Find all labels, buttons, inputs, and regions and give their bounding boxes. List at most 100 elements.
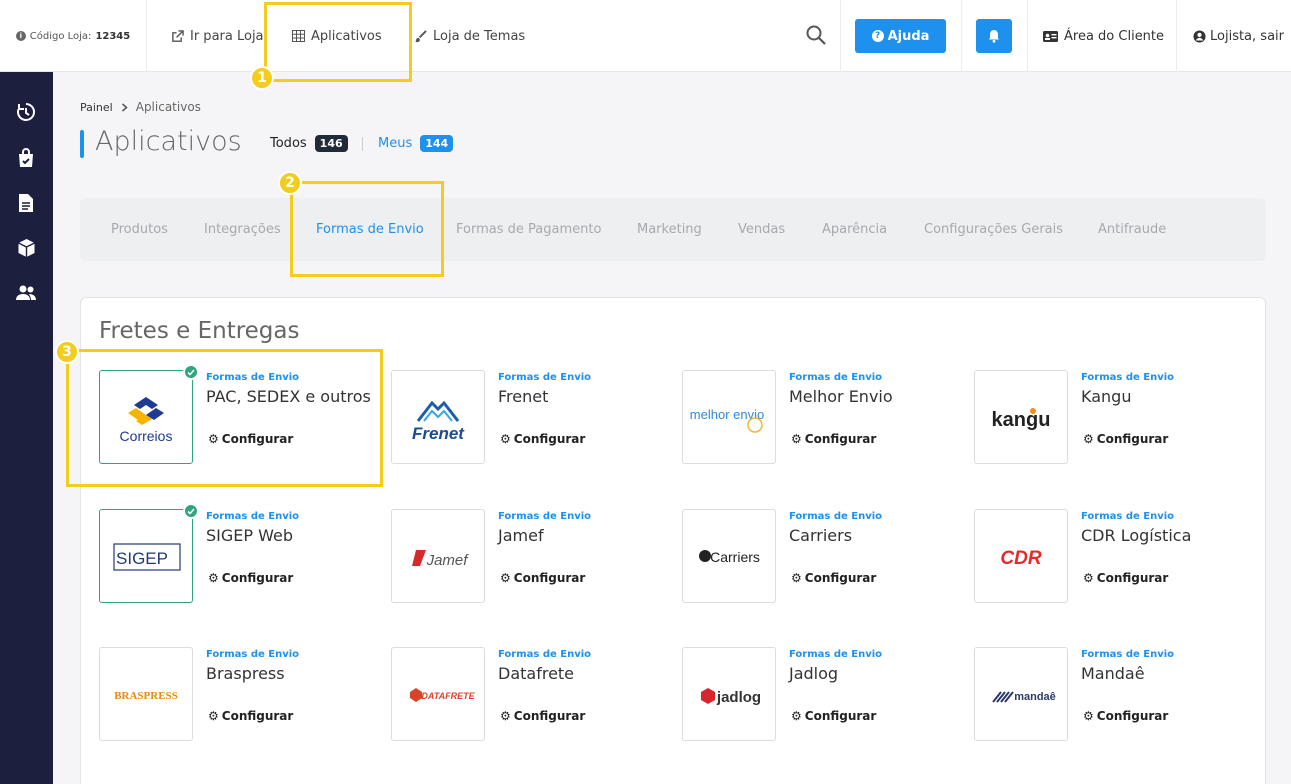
store-code: i Código Loja: 12345	[0, 0, 147, 72]
app-category: Formas de Envio	[498, 649, 592, 660]
app-name: Melhor Envio	[789, 387, 893, 406]
nav-go-to-store[interactable]: Ir para Loja	[171, 0, 264, 72]
logo-text: Jamef	[426, 552, 470, 569]
app-name: Frenet	[498, 387, 549, 406]
datafrete-logo: DATAFRETE	[410, 688, 476, 702]
external-link-icon	[172, 29, 184, 42]
gear-icon: ⚙	[1083, 709, 1094, 723]
configure-button[interactable]: ⚙ Configurar	[791, 709, 876, 723]
step-number: 1	[250, 66, 274, 90]
app-card[interactable]: Carriers Formas de Envio Carriers ⚙ Confi…	[682, 509, 962, 604]
store-code-label: Código Loja:	[29, 30, 92, 42]
page-title: Aplicativos	[95, 126, 242, 157]
configure-label: Configurar	[804, 571, 877, 585]
app-card[interactable]: DATAFRETE Formas de Envio Datafrete ⚙ Con…	[391, 647, 671, 742]
app-card[interactable]: CDR Formas de Envio CDR Logística ⚙ Confi…	[974, 509, 1254, 604]
app-card[interactable]: Jamef Formas de Envio Jamef ⚙ Configurar	[391, 509, 671, 604]
client-area-link[interactable]: Área do Cliente	[1043, 0, 1164, 72]
sidebar-item-customers[interactable]	[15, 282, 37, 304]
app-category: Formas de Envio	[206, 649, 300, 660]
logo-text: jadlog	[716, 689, 761, 706]
app-name: Braspress	[206, 664, 285, 683]
logout-link[interactable]: Lojista, sair	[1193, 0, 1284, 72]
nav-theme-store-label: Loja de Temas	[433, 28, 526, 44]
app-logo: SIGEP	[99, 509, 193, 603]
app-logo: jadlog	[682, 647, 776, 741]
configure-button[interactable]: ⚙ Configurar	[208, 709, 293, 723]
gear-icon: ⚙	[208, 571, 219, 585]
app-logo: CDR	[974, 509, 1068, 603]
app-category: Formas de Envio	[789, 511, 883, 522]
kangu-logo: kangu	[992, 408, 1050, 431]
tab-products[interactable]: Produtos	[111, 198, 168, 261]
app-card[interactable]: melhor envio Formas de Envio Melhor Envi…	[682, 370, 962, 465]
tab-integrations[interactable]: Integrações	[204, 198, 281, 261]
tab-sales[interactable]: Vendas	[738, 198, 785, 261]
title-accent-bar	[80, 130, 84, 158]
app-card[interactable]: SIGEP Formas de Envio SIGEP Web ⚙ Configu…	[99, 503, 379, 604]
logo-text: DATAFRETE	[421, 691, 475, 701]
divider	[1027, 0, 1028, 72]
tab-payment[interactable]: Formas de Pagamento	[456, 198, 601, 261]
melhor-envio-logo: melhor envio	[690, 407, 764, 433]
app-category: Formas de Envio	[1081, 372, 1175, 383]
sidebar-item-orders[interactable]	[15, 147, 37, 169]
configure-label: Configurar	[221, 709, 294, 723]
installed-check-icon	[183, 503, 199, 519]
sigep-logo: SIGEP	[113, 543, 181, 571]
sidebar-item-products[interactable]	[15, 237, 37, 259]
configure-button[interactable]: ⚙ Configurar	[208, 571, 293, 585]
sidebar-item-dashboard[interactable]	[15, 101, 37, 123]
gear-icon: ⚙	[1083, 571, 1094, 585]
info-icon: i	[15, 31, 26, 41]
tab-general-settings[interactable]: Configurações Gerais	[924, 198, 1063, 261]
divider	[961, 0, 962, 72]
users-icon	[16, 285, 36, 300]
app-logo: Jamef	[391, 509, 485, 603]
gear-icon: ⚙	[791, 709, 802, 723]
configure-button[interactable]: ⚙ Configurar	[1083, 432, 1168, 446]
timer-icon	[17, 103, 35, 121]
notifications-button[interactable]	[976, 19, 1012, 53]
gear-icon: ⚙	[208, 709, 219, 723]
app-name: Jadlog	[789, 664, 839, 683]
configure-button[interactable]: ⚙ Configurar	[1083, 571, 1168, 585]
jamef-logo: Jamef	[412, 550, 470, 569]
app-name: Datafrete	[498, 664, 575, 683]
app-category: Formas de Envio	[206, 511, 300, 522]
tab-appearance[interactable]: Aparência	[822, 198, 887, 261]
app-card[interactable]: kangu Formas de Envio Kangu ⚙ Configurar	[974, 370, 1254, 465]
app-card[interactable]: jadlog Formas de Envio Jadlog ⚙ Configura…	[682, 647, 962, 742]
sidebar-item-pages[interactable]	[15, 192, 37, 214]
configure-label: Configurar	[1096, 571, 1169, 585]
step-number: 2	[278, 171, 302, 195]
top-bar: i Código Loja: 12345 Ir para Loja Aplica…	[0, 0, 1291, 72]
bell-icon	[989, 30, 999, 43]
search-icon[interactable]	[805, 24, 827, 46]
app-card[interactable]: Frenet Formas de Envio Frenet ⚙ Configura…	[391, 370, 671, 465]
braspress-logo: BRASPRESS	[114, 690, 178, 702]
app-card[interactable]: BRASPRESS Formas de Envio Braspress ⚙ Con…	[99, 647, 379, 742]
configure-button[interactable]: ⚙ Configurar	[791, 571, 876, 585]
filter-mine[interactable]: Meus 144	[378, 135, 454, 152]
help-button[interactable]: ? Ajuda	[855, 19, 946, 53]
sidebar	[0, 72, 53, 784]
configure-button[interactable]: ⚙ Configurar	[791, 432, 876, 446]
tab-antifraud[interactable]: Antifraude	[1098, 198, 1166, 261]
configure-button[interactable]: ⚙ Configurar	[500, 709, 585, 723]
logo-text: CDR	[1000, 548, 1041, 569]
app-name: Jamef	[498, 526, 544, 545]
app-logo: Carriers	[682, 509, 776, 603]
configure-button[interactable]: ⚙ Configurar	[1083, 709, 1168, 723]
app-category: Formas de Envio	[498, 511, 592, 522]
configure-button[interactable]: ⚙ Configurar	[500, 571, 585, 585]
breadcrumb-home[interactable]: Painel	[80, 101, 113, 114]
logo-text: Frenet	[412, 424, 465, 443]
filter-all[interactable]: Todos 146	[270, 135, 348, 152]
configure-button[interactable]: ⚙ Configurar	[500, 432, 585, 446]
jadlog-logo: jadlog	[701, 688, 761, 706]
app-card[interactable]: mandaê Formas de Envio Mandaê ⚙ Configura…	[974, 647, 1254, 742]
tab-marketing[interactable]: Marketing	[637, 198, 702, 261]
logo-text: Carriers	[710, 549, 760, 565]
nav-theme-store[interactable]: Loja de Temas	[414, 0, 525, 72]
